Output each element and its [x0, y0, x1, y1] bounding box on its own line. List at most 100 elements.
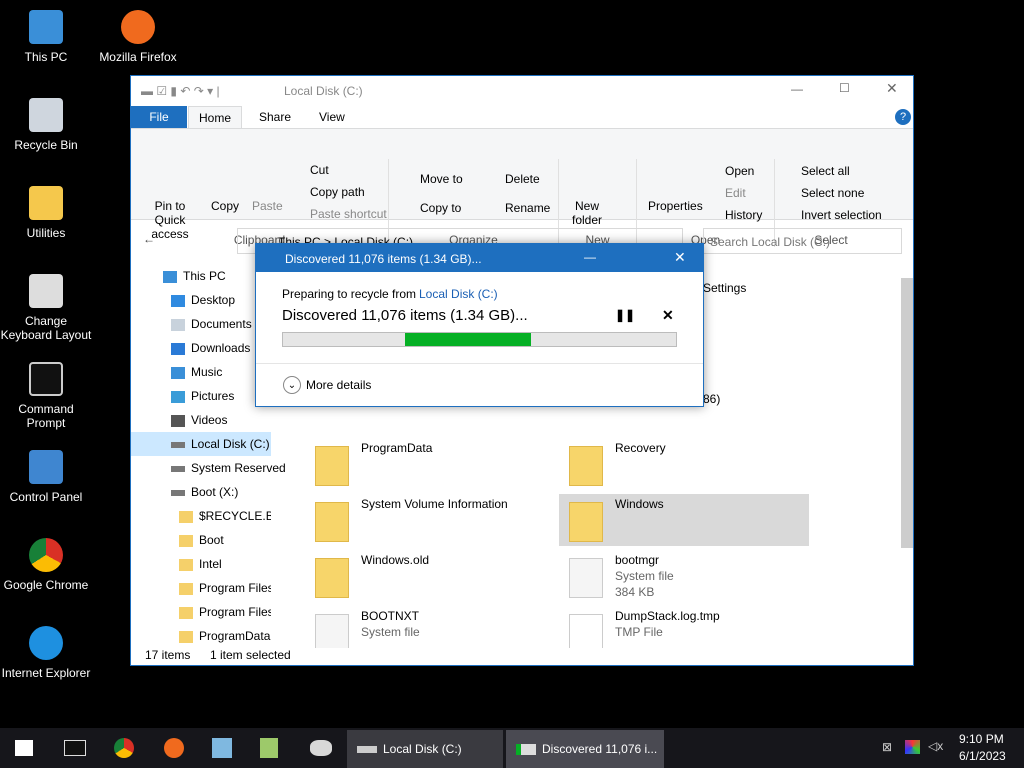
clock-time[interactable]: 9:10 PM	[959, 732, 1004, 746]
copy-path-button[interactable]: Copy path	[310, 185, 365, 199]
back-button[interactable]: ←	[143, 232, 155, 246]
desktop-icon-chrome[interactable]: Google Chrome	[0, 532, 92, 592]
minimize-button[interactable]: —	[791, 82, 803, 96]
paste-shortcut-button[interactable]: Paste shortcut	[310, 207, 387, 221]
dialog-close-button[interactable]: ✕	[674, 249, 686, 266]
taskbar-firefox[interactable]	[150, 728, 196, 768]
taskbar-dialog-button[interactable]: Discovered 11,076 i...	[506, 730, 664, 768]
close-button[interactable]: ✕	[886, 80, 898, 97]
drive-icon	[357, 746, 377, 753]
taskbar-chrome[interactable]	[100, 728, 146, 768]
nav-videos[interactable]: Videos	[171, 408, 311, 432]
taskbar-cmd[interactable]	[50, 728, 96, 768]
desktop-icon-ie[interactable]: Internet Explorer	[0, 620, 92, 680]
history-button[interactable]: History	[725, 208, 762, 222]
vertical-scrollbar[interactable]	[901, 278, 913, 548]
taskbar-app[interactable]	[246, 728, 292, 768]
tab-share[interactable]: Share	[259, 110, 291, 124]
desktop-icon-this-pc[interactable]: This PC	[0, 4, 92, 64]
edit-button[interactable]: Edit	[725, 186, 746, 200]
selected-count: 1 item selected	[210, 648, 291, 662]
taskbar-explorer-button[interactable]: Local Disk (C:)	[347, 730, 503, 768]
file-item[interactable]: DumpStack.log.tmp TMP File	[569, 606, 819, 648]
windows-icon	[15, 740, 33, 756]
nav-folder[interactable]: Intel	[179, 552, 271, 576]
window-title: Local Disk (C:)	[284, 84, 363, 98]
nav-folder[interactable]: Program Files	[179, 600, 271, 624]
tab-home[interactable]: Home	[188, 106, 242, 129]
file-icon	[569, 614, 603, 648]
file-item-selected[interactable]: Windows	[559, 494, 809, 546]
pictures-icon	[171, 390, 185, 403]
file-item[interactable]: Recovery	[569, 438, 819, 490]
delete-button[interactable]: Delete	[505, 172, 540, 186]
progress-dialog: Discovered 11,076 items (1.34 GB)... — ✕…	[255, 243, 704, 407]
nav-folder[interactable]: ProgramData	[179, 624, 271, 648]
ribbon-tabs: File Home Share View ?	[131, 106, 913, 129]
paste-button[interactable]: Paste	[252, 199, 283, 213]
chevron-down-icon: ⌄	[283, 376, 301, 394]
monitor-icon	[163, 270, 177, 283]
desktop-icon-utilities[interactable]: Utilities	[0, 180, 92, 240]
progress-bar	[282, 332, 677, 347]
folder-icon	[315, 446, 349, 486]
more-details-row[interactable]: ⌄ More details	[256, 363, 703, 406]
volume-muted-icon[interactable]: ◁x	[928, 739, 943, 753]
file-item[interactable]: bootmgr System file 384 KB	[569, 550, 819, 602]
taskbar-app[interactable]	[296, 728, 342, 768]
ribbon: Pin to Quick access Copy Paste Cut Copy …	[131, 128, 913, 247]
select-none-button[interactable]: Select none	[801, 186, 864, 200]
nav-folder[interactable]: Program Files	[179, 576, 271, 600]
tab-file[interactable]: File	[131, 106, 187, 128]
tab-view[interactable]: View	[319, 110, 345, 124]
maximize-button[interactable]: ☐	[839, 81, 850, 95]
nav-folder[interactable]: $RECYCLE.BIN	[179, 504, 271, 528]
nav-system-reserved[interactable]: System Reserved	[171, 456, 311, 480]
dialog-minimize-button[interactable]: —	[584, 250, 596, 264]
invert-selection-button[interactable]: Invert selection	[801, 208, 882, 222]
network-icon[interactable]: ⊠	[882, 740, 892, 754]
nav-folder[interactable]: Boot	[179, 528, 271, 552]
cancel-button[interactable]: ✕	[662, 307, 674, 324]
open-button[interactable]: Open	[725, 164, 754, 178]
app-icon	[212, 738, 232, 758]
new-folder-button[interactable]: New folder	[567, 199, 607, 227]
nav-boot-x[interactable]: Boot (X:)	[171, 480, 311, 504]
dialog-title: Discovered 11,076 items (1.34 GB)...	[285, 252, 482, 266]
cut-button[interactable]: Cut	[310, 163, 329, 177]
desktop-icon-firefox[interactable]: Mozilla Firefox	[92, 4, 184, 64]
desktop-icon-recycle-bin[interactable]: Recycle Bin	[0, 92, 92, 152]
desktop-icon-keyboard[interactable]: Change Keyboard Layout	[0, 268, 92, 342]
taskbar-app[interactable]	[198, 728, 244, 768]
ie-icon	[29, 626, 63, 660]
select-all-button[interactable]: Select all	[801, 164, 850, 178]
nav-local-disk[interactable]: Local Disk (C:)	[131, 432, 271, 456]
help-icon[interactable]: ?	[895, 109, 911, 125]
more-details-label: More details	[306, 378, 372, 392]
status-bar: 17 items 1 item selected	[131, 648, 913, 665]
rename-button[interactable]: Rename	[505, 201, 550, 215]
folder-icon	[179, 582, 193, 595]
properties-button[interactable]: Properties	[648, 199, 703, 213]
move-to-button[interactable]: Move to	[420, 172, 463, 186]
desktop-icon-control-panel[interactable]: Control Panel	[0, 444, 92, 504]
copy-to-button[interactable]: Copy to	[420, 201, 461, 215]
gear-icon	[29, 274, 63, 308]
clock-date[interactable]: 6/1/2023	[959, 749, 1006, 763]
color-icon[interactable]	[905, 740, 920, 754]
file-item[interactable]: BOOTNXT System file	[315, 606, 565, 648]
file-item[interactable]: Windows.old	[315, 550, 565, 602]
search-input[interactable]: Search Local Disk (C:)	[703, 228, 902, 254]
pause-button[interactable]: ❚❚	[615, 308, 635, 322]
progress-fill	[404, 333, 531, 346]
start-button[interactable]	[0, 728, 46, 768]
copy-button[interactable]: Copy	[211, 199, 239, 213]
desktop-icon-cmd[interactable]: Command Prompt	[0, 356, 92, 430]
system-file-icon	[315, 614, 349, 648]
file-item[interactable]: ProgramData	[315, 438, 565, 490]
quick-access-toolbar[interactable]: ▬ ☑ ▮ ↶ ↷ ▾ |	[141, 84, 220, 98]
desktop-icon	[171, 294, 185, 307]
file-item[interactable]: System Volume Information	[315, 494, 565, 546]
source-link[interactable]: Local Disk (C:)	[419, 287, 498, 301]
notepad-icon	[260, 738, 278, 758]
